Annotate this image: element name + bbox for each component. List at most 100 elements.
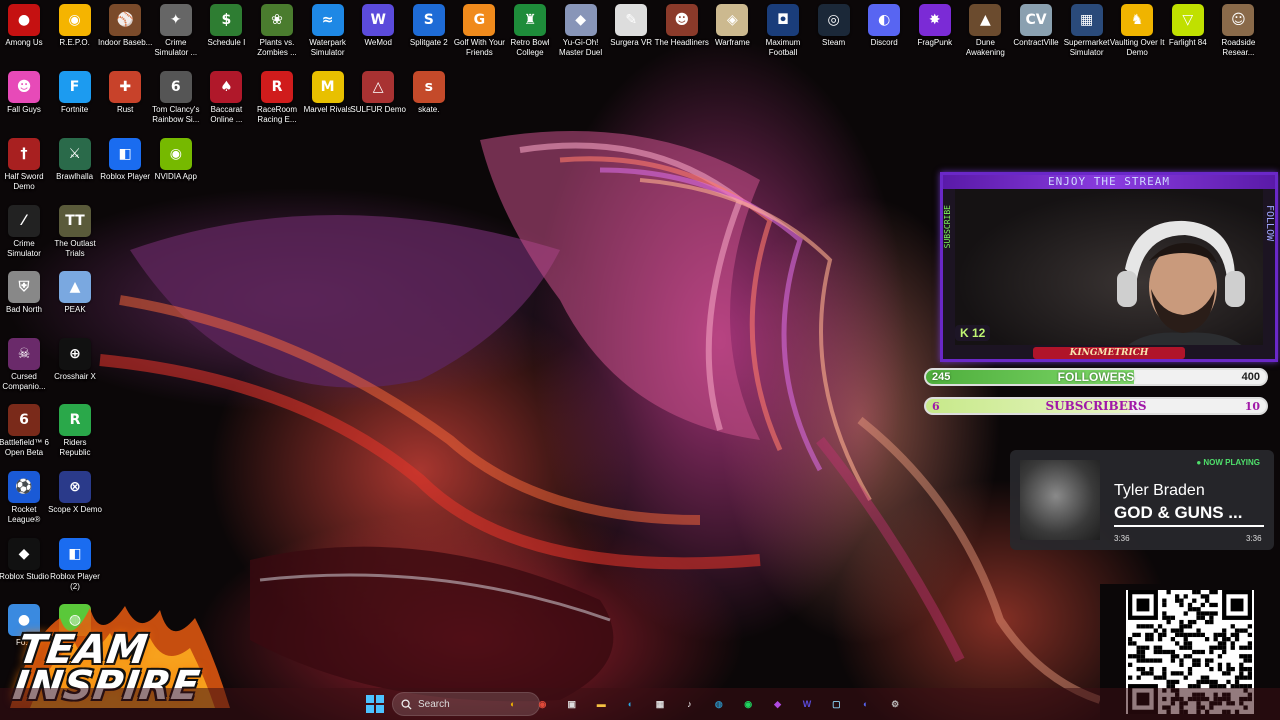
track-progress-fill — [1114, 525, 1264, 527]
desktop-shortcut[interactable]: CV ContractVille — [1010, 4, 1062, 48]
desktop-shortcut[interactable]: TT The Outlast Trials — [49, 205, 101, 259]
desktop-shortcut[interactable]: ✎ Surgera VR — [605, 4, 657, 48]
desktop-shortcut[interactable]: ◈ Warframe — [706, 4, 758, 48]
retro-bowl-icon: ♜ — [514, 4, 546, 36]
desktop-shortcut[interactable]: 6 Tom Clancy's Rainbow Si... — [150, 71, 202, 125]
desktop-shortcut[interactable]: ▽ Farlight 84 — [1162, 4, 1214, 48]
desktop-shortcut[interactable]: ✚ Rust — [99, 71, 151, 115]
app-settings-icon[interactable]: ⚙ — [886, 695, 904, 713]
desktop-shortcut[interactable]: ❀ Plants vs. Zombies ... — [251, 4, 303, 58]
follow-side-label: FOLLOW — [1264, 205, 1275, 242]
desktop-shortcut[interactable]: s skate. — [403, 71, 455, 115]
desktop-shortcut[interactable]: ▦ Supermarket Simulator — [1061, 4, 1113, 58]
desktop-shortcut-label: Schedule I — [207, 38, 246, 47]
desktop-shortcut[interactable]: ◎ Steam — [808, 4, 860, 48]
streamer-name: KINGMETRICH — [1033, 347, 1185, 359]
desktop-shortcut[interactable]: ✦ Crime Simulator ... — [150, 4, 202, 58]
cam-banner: ENJOY THE STREAM — [943, 175, 1275, 189]
now-playing-track: GOD & GUNS ... — [1114, 503, 1243, 522]
raceroom-icon: R — [261, 71, 293, 103]
edge-icon[interactable]: ◐ — [622, 695, 640, 713]
desktop-shortcut[interactable]: ☺ Roadside Resear... — [1212, 4, 1264, 58]
track-elapsed: 3:36 — [1114, 534, 1130, 543]
tiktok-icon[interactable]: ♪ — [680, 695, 698, 713]
desktop-shortcut-label: Crime Simulator — [7, 239, 41, 258]
desktop-shortcut[interactable]: ⛨ Bad North — [0, 271, 50, 315]
chat-badge: K 12 — [955, 325, 991, 341]
desktop-shortcut[interactable]: F Fortnite — [49, 71, 101, 115]
desktop-shortcut[interactable]: ♞ Vaulting Over It Demo — [1110, 4, 1164, 58]
desktop-shortcut-label: PEAK — [64, 305, 86, 314]
desktop-shortcut[interactable]: ◉ R.E.P.O. — [49, 4, 101, 48]
desktop-shortcut[interactable]: G Golf With Your Friends — [453, 4, 505, 58]
desktop-shortcut[interactable]: ☻ The Headliners — [655, 4, 709, 48]
search-icon — [401, 698, 412, 710]
desktop-shortcut[interactable]: ♜ Retro Bowl College — [504, 4, 556, 58]
desktop-shortcut[interactable]: ◐ Discord — [858, 4, 910, 48]
desktop-shortcut[interactable]: ☻ Fall Guys — [0, 71, 50, 115]
widgets-icon[interactable]: ◐ — [504, 695, 522, 713]
desktop-shortcut[interactable]: ⊗ Scope X Demo — [48, 471, 102, 515]
desktop-shortcut-label: The Outlast Trials — [54, 239, 96, 258]
supermarket-icon: ▦ — [1070, 4, 1103, 36]
desktop-shortcut[interactable]: W WeMod — [352, 4, 404, 48]
desktop-shortcut-label: ContractVille — [1013, 38, 1059, 47]
desktop-shortcut-label: Baccarat Online ... — [210, 105, 243, 124]
spotify-icon[interactable]: ◉ — [739, 695, 757, 713]
chrome-icon[interactable]: ◉ — [533, 695, 551, 713]
windows-start-icon[interactable] — [366, 695, 384, 713]
sulfur-icon: △ — [362, 71, 395, 103]
file-explorer-icon[interactable]: ▬ — [592, 695, 610, 713]
fortnite-icon: F — [58, 71, 91, 103]
store-icon[interactable]: ▦ — [651, 695, 669, 713]
desktop-shortcut[interactable]: S Splitgate 2 — [403, 4, 455, 48]
fall-guys-icon: ☻ — [8, 71, 40, 103]
desktop-shortcut[interactable]: 6 Battlefield™ 6 Open Beta — [0, 404, 50, 458]
desktop-shortcut[interactable]: ⚽ Rocket League® — [0, 471, 50, 525]
desktop-shortcut[interactable]: ◉ NVIDIA App — [150, 138, 202, 182]
outlast-icon: TT — [59, 205, 91, 237]
desktop-shortcut[interactable]: ▲ PEAK — [49, 271, 101, 315]
desktop-shortcut[interactable]: ⚾ Indoor Baseb... — [98, 4, 152, 48]
desktop-shortcut[interactable]: R Riders Republic — [49, 404, 101, 458]
desktop-shortcut[interactable]: ⚔ Brawlhalla — [49, 138, 101, 182]
desktop-shortcut[interactable]: ◧ Roblox Player (2) — [49, 538, 101, 592]
desktop-shortcut-label: Crime Simulator ... — [154, 38, 198, 57]
desktop-shortcut[interactable]: ⊕ Crosshair X — [49, 338, 101, 382]
app-purple-icon[interactable]: ◆ — [769, 695, 787, 713]
app-window-icon[interactable]: ▢ — [827, 695, 845, 713]
desktop-shortcut[interactable]: ● Among Us — [0, 4, 50, 48]
desktop-shortcut[interactable]: ♠ Baccarat Online ... — [200, 71, 252, 125]
desktop-shortcut-label: Marvel Rivals — [303, 105, 352, 114]
desktop-shortcut[interactable]: ◆ Roblox Studio — [0, 538, 50, 582]
wemod-icon[interactable]: W — [798, 695, 816, 713]
desktop-shortcut[interactable]: R RaceRoom Racing E... — [251, 71, 303, 125]
schedule-icon: $ — [210, 4, 243, 36]
desktop-shortcut-label: R.E.P.O. — [59, 38, 90, 47]
desktop-shortcut[interactable]: M Marvel Rivals — [302, 71, 354, 115]
desktop-shortcut[interactable]: ◘ Maximum Football — [757, 4, 809, 58]
desktop-shortcut[interactable]: △ SULFUR Demo — [350, 71, 406, 115]
desktop-shortcut-label: Half Sword Demo — [4, 172, 44, 191]
desktop-shortcut[interactable]: ≈ Waterpark Simulator — [302, 4, 354, 58]
pvz-icon: ❀ — [261, 4, 293, 36]
desktop-shortcut-label: Steam — [822, 38, 846, 47]
desktop-shortcut[interactable]: ✸ FragPunk — [909, 4, 961, 48]
roadside-icon: ☺ — [1222, 4, 1255, 36]
obs-icon[interactable]: ◍ — [710, 695, 728, 713]
discord-icon[interactable]: ◐ — [857, 695, 875, 713]
desktop-shortcut-label: Maximum Football — [765, 38, 801, 57]
desktop-shortcut-label: FragPunk — [917, 38, 953, 47]
desktop-shortcut[interactable]: ◧ Roblox Player — [99, 138, 151, 182]
cursed-companions-icon: ☠ — [8, 338, 40, 370]
desktop-shortcut[interactable]: ☠ Cursed Companio... — [0, 338, 50, 392]
desktop-shortcut[interactable]: ◆ Yu-Gi-Oh! Master Duel — [555, 4, 607, 58]
riders-republic-icon: R — [59, 404, 91, 436]
among-us-icon: ● — [8, 4, 40, 36]
desktop-shortcut[interactable]: ⁄ Crime Simulator — [0, 205, 50, 259]
desktop-shortcut[interactable]: ▲ Dune Awakening — [959, 4, 1011, 58]
search-placeholder: Search — [418, 698, 450, 710]
desktop-shortcut[interactable]: $ Schedule I — [200, 4, 252, 48]
task-view-icon[interactable]: ▣ — [563, 695, 581, 713]
desktop-shortcut[interactable]: † Half Sword Demo — [0, 138, 50, 192]
